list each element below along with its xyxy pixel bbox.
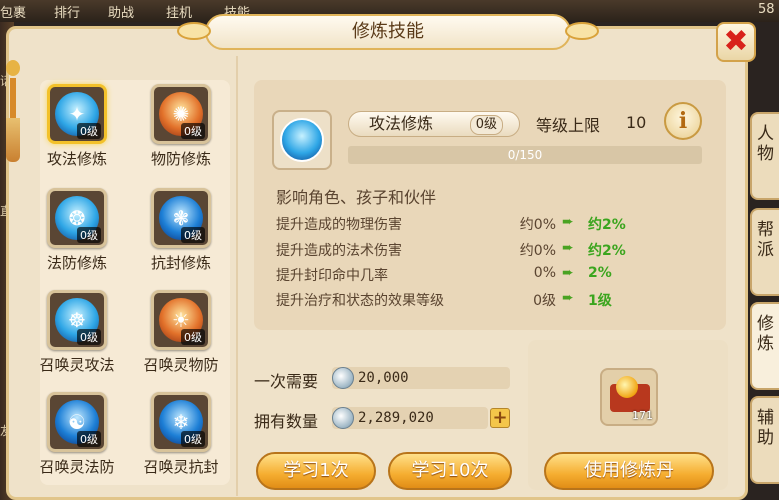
skill-item-summon-magic-defense[interactable]: ☯ 0级 召唤灵法防: [32, 392, 122, 477]
skill-level-badge: 0级: [181, 123, 205, 139]
arrow-right-icon: ➨: [562, 265, 574, 281]
effect-label: 提升治疗和状态的效果等级: [276, 293, 444, 309]
cost-need-label: 一次需要: [254, 372, 319, 391]
skill-icon-frame: ❄ 0级: [151, 392, 211, 452]
pill-count: 171: [632, 409, 653, 422]
progress-text: 0/150: [507, 148, 543, 162]
learn-ten-times-button[interactable]: 学习10次: [388, 452, 512, 490]
skill-item-summon-seal-resist[interactable]: ❄ 0级 召唤灵抗封: [136, 392, 226, 477]
window-title: 修炼技能: [352, 21, 424, 42]
skill-item-physical-defense[interactable]: ✺ 0级 物防修炼: [136, 84, 226, 169]
skill-level-badge: 0级: [181, 431, 205, 447]
effect-next: 约2%: [588, 217, 626, 233]
tassel-ornament: [6, 60, 20, 170]
use-cultivation-pill-button[interactable]: 使用修炼丹: [544, 452, 714, 490]
skill-item-summon-attack[interactable]: ☸ 0级 召唤灵攻法: [32, 290, 122, 375]
skill-description: 影响角色、孩子和伙伴: [276, 188, 437, 207]
bg-menu-rank: 排行: [54, 6, 81, 21]
skill-name: 物防修炼: [150, 150, 211, 168]
skill-name: 攻法修炼: [46, 150, 107, 168]
skill-name: 抗封修炼: [150, 254, 211, 272]
panel-divider: [236, 56, 238, 496]
silver-coin-icon: [332, 367, 354, 389]
arrow-right-icon: ➨: [562, 290, 574, 306]
silver-coin-icon: [332, 407, 354, 429]
attack-magic-large-icon: [280, 118, 324, 162]
tab-cultivation[interactable]: 修炼: [750, 302, 779, 390]
tab-auxiliary[interactable]: 辅助: [750, 396, 779, 484]
tab-guild[interactable]: 帮派: [750, 208, 779, 296]
bg-top-right-number: 58: [758, 2, 775, 17]
level-cap-label: 等级上限: [536, 116, 601, 135]
selected-skill-name: 攻法修炼: [369, 114, 434, 133]
selected-skill-name-pill: 攻法修炼 0级: [348, 111, 520, 137]
effect-current: 约0%: [519, 217, 556, 233]
effect-current: 0%: [533, 265, 556, 281]
cost-need-value: 20,000: [358, 370, 409, 386]
effect-next: 约2%: [588, 243, 626, 259]
effect-label: 提升造成的物理伤害: [276, 217, 402, 233]
bg-menu-idle: 挂机: [166, 6, 193, 21]
add-currency-button[interactable]: +: [490, 408, 510, 428]
skill-level-badge: 0级: [181, 329, 205, 345]
title-ornament-left: [177, 22, 211, 40]
effect-current: 0级: [533, 293, 556, 309]
skill-level-badge: 0级: [77, 431, 101, 447]
golden-pill-icon: [616, 376, 638, 398]
skill-level-badge: 0级: [77, 123, 101, 139]
selected-skill-icon: [272, 110, 332, 170]
skill-item-attack-magic[interactable]: ✦ 0级 攻法修炼: [32, 84, 122, 169]
skill-name: 召唤灵攻法: [39, 356, 115, 374]
effect-label: 提升造成的法术伤害: [276, 243, 402, 259]
skill-item-summon-physical-defense[interactable]: ☀ 0级 召唤灵物防: [136, 290, 226, 375]
effect-next: 1级: [588, 293, 612, 309]
skill-level-badge: 0级: [77, 329, 101, 345]
arrow-right-icon: ➨: [562, 240, 574, 256]
effect-row: 提升造成的法术伤害 约0% ➨ 约2%: [276, 240, 636, 260]
effect-row: 提升治疗和状态的效果等级 0级 ➨ 1级: [276, 290, 636, 310]
effect-current: 约0%: [519, 243, 556, 259]
effect-next: 2%: [588, 265, 612, 281]
skill-icon-frame: ☯ 0级: [47, 392, 107, 452]
skill-level-badge: 0级: [181, 227, 205, 243]
skill-name: 召唤灵法防: [39, 458, 115, 476]
level-cap-value: 10: [626, 113, 647, 132]
cultivation-pill-item[interactable]: 171: [600, 368, 658, 426]
skill-name: 法防修炼: [46, 254, 107, 272]
skill-icon-frame: ✺ 0级: [151, 84, 211, 144]
effect-label: 提升封印命中几率: [276, 268, 388, 284]
title-ornament-right: [565, 22, 599, 40]
effect-row: 提升造成的物理伤害 约0% ➨ 约2%: [276, 214, 636, 234]
skill-icon-frame: ❂ 0级: [47, 188, 107, 248]
skill-icon-frame: ❃ 0级: [151, 188, 211, 248]
window-title-bar: 修炼技能: [177, 14, 599, 50]
close-button[interactable]: ✖: [716, 22, 756, 62]
bg-menu-assist: 助战: [108, 6, 135, 21]
info-button[interactable]: i: [664, 102, 702, 140]
tab-character[interactable]: 人物: [750, 112, 779, 200]
skill-icon-frame: ✦ 0级: [47, 84, 107, 144]
skill-item-seal-resist[interactable]: ❃ 0级 抗封修炼: [136, 188, 226, 273]
skill-name: 召唤灵物防: [143, 356, 219, 374]
bg-menu-bag: 包裹: [0, 6, 27, 21]
skill-item-magic-defense[interactable]: ❂ 0级 法防修炼: [32, 188, 122, 273]
cost-own-label: 拥有数量: [254, 412, 319, 431]
selected-skill-level: 0级: [469, 115, 503, 135]
experience-progress-bar: 0/150: [348, 146, 702, 164]
effect-row: 提升封印命中几率 0% ➨ 2%: [276, 265, 636, 285]
cost-own-value: 2,289,020: [358, 410, 434, 426]
skill-icon-frame: ☸ 0级: [47, 290, 107, 350]
skill-icon-frame: ☀ 0级: [151, 290, 211, 350]
arrow-right-icon: ➨: [562, 214, 574, 230]
skill-name: 召唤灵抗封: [143, 458, 219, 476]
learn-once-button[interactable]: 学习1次: [256, 452, 376, 490]
skill-level-badge: 0级: [77, 227, 101, 243]
